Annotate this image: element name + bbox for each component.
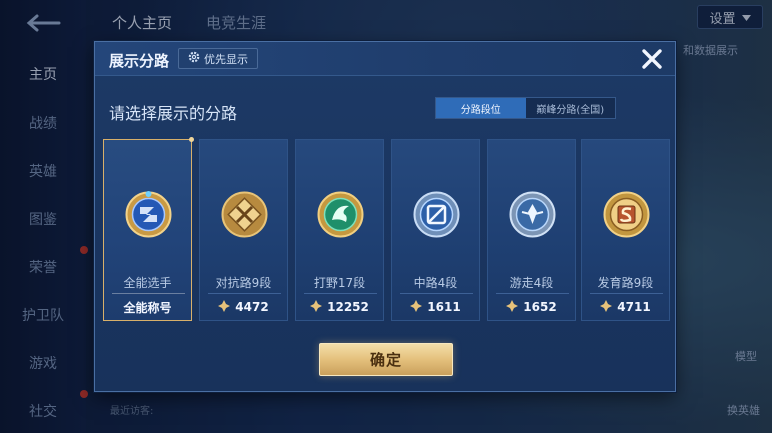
card-value-row: 1652 bbox=[488, 299, 575, 315]
lane-card-clash[interactable]: 对抗路9段 4472 bbox=[199, 139, 288, 321]
rank-label: 游走4段 bbox=[509, 276, 554, 290]
card-value-row: 1611 bbox=[392, 299, 479, 315]
power-icon bbox=[310, 299, 323, 315]
power-icon bbox=[600, 299, 613, 315]
card-value: 12252 bbox=[327, 300, 369, 314]
card-value: 4472 bbox=[235, 300, 269, 314]
dialog-title: 展示分路 bbox=[109, 52, 170, 70]
rank-label: 对抗路9段 bbox=[215, 276, 272, 290]
card-divider bbox=[496, 293, 569, 294]
selected-corner-marker bbox=[189, 137, 194, 142]
dialog-header: 展示分路 优先显示 bbox=[95, 42, 675, 76]
card-value: 1611 bbox=[427, 300, 461, 314]
roam-emblem-icon bbox=[508, 190, 557, 239]
lane-display-dialog: 展示分路 优先显示 请选择展示的分路 分路段位 巅峰分路(全国) 全能选手 全能… bbox=[94, 41, 676, 392]
power-icon bbox=[506, 299, 519, 315]
card-divider bbox=[400, 293, 473, 294]
card-value-row: 全能称号 bbox=[104, 299, 191, 315]
priority-display-button[interactable]: 优先显示 bbox=[178, 48, 258, 69]
rank-label: 中路4段 bbox=[413, 276, 458, 290]
card-value-row: 4472 bbox=[200, 299, 287, 315]
tab-lane-rank[interactable]: 分路段位 bbox=[436, 98, 526, 118]
rank-label: 发育路9段 bbox=[597, 276, 654, 290]
rank-label: 打野17段 bbox=[313, 276, 366, 290]
card-value-row: 12252 bbox=[296, 299, 383, 315]
card-value: 4711 bbox=[617, 300, 651, 314]
confirm-button[interactable]: 确定 bbox=[319, 343, 453, 376]
card-value: 1652 bbox=[523, 300, 557, 314]
tab-group: 分路段位 巅峰分路(全国) bbox=[435, 97, 616, 119]
lane-card-farm[interactable]: 发育路9段 4711 bbox=[581, 139, 670, 321]
card-divider bbox=[590, 293, 663, 294]
priority-label: 优先显示 bbox=[204, 52, 248, 66]
gear-icon bbox=[188, 51, 200, 66]
power-icon bbox=[410, 299, 423, 315]
card-divider bbox=[208, 293, 281, 294]
mid-lane-emblem-icon bbox=[412, 190, 461, 239]
clash-lane-emblem-icon bbox=[220, 190, 269, 239]
power-icon bbox=[218, 299, 231, 315]
rank-label: 全能选手 bbox=[123, 276, 172, 290]
tab-peak-lane[interactable]: 巅峰分路(全国) bbox=[525, 98, 615, 118]
lane-card-all-round[interactable]: 全能选手 全能称号 bbox=[103, 137, 194, 321]
close-icon[interactable] bbox=[639, 46, 665, 72]
dialog-subtitle: 请选择展示的分路 bbox=[109, 104, 238, 123]
all-round-emblem-icon bbox=[124, 190, 173, 239]
lane-card-mid[interactable]: 中路4段 1611 bbox=[391, 139, 480, 321]
card-divider bbox=[304, 293, 377, 294]
card-divider bbox=[112, 293, 185, 294]
lane-card-roam[interactable]: 游走4段 1652 bbox=[487, 139, 576, 321]
farm-lane-emblem-icon bbox=[602, 190, 651, 239]
card-value-row: 4711 bbox=[582, 299, 669, 315]
lane-card-list: 全能选手 全能称号 对抗路9段 4472 打野17段 12252 中路4段 16… bbox=[103, 137, 670, 321]
jungle-emblem-icon bbox=[316, 190, 365, 239]
card-value: 全能称号 bbox=[123, 300, 172, 315]
lane-card-jungle[interactable]: 打野17段 12252 bbox=[295, 139, 384, 321]
